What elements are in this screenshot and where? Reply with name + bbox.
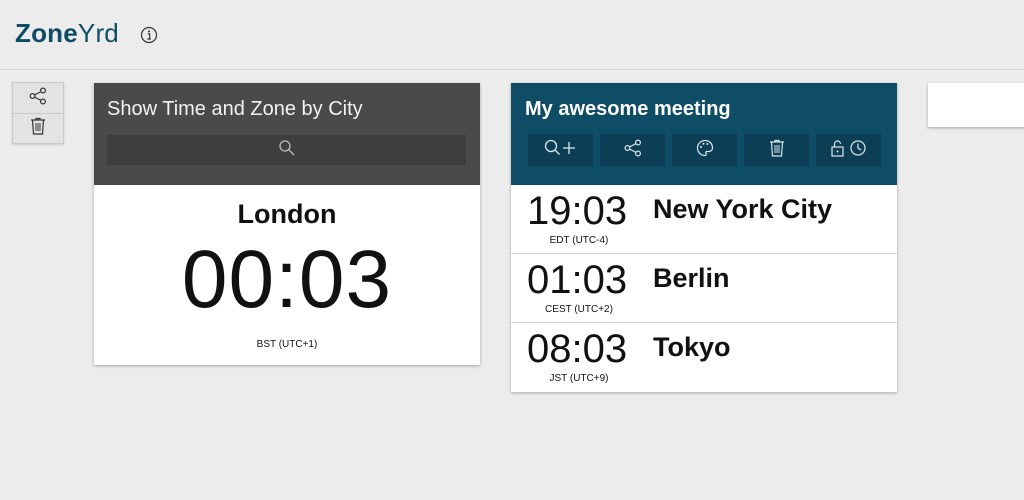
share-icon <box>623 138 643 163</box>
app-header: ZoneYrd <box>0 0 1024 70</box>
lock-clock-icon <box>830 138 868 163</box>
logo-bold-text: Zone <box>15 18 78 48</box>
share-button[interactable] <box>13 83 63 113</box>
city-search-input[interactable] <box>107 135 466 165</box>
city-time: 01:03 <box>527 258 628 302</box>
trash-icon <box>29 116 47 141</box>
share-meeting-button[interactable] <box>600 134 665 166</box>
lock-time-button[interactable] <box>816 134 881 166</box>
share-icon <box>28 86 48 111</box>
meeting-title[interactable]: My awesome meeting <box>525 98 731 121</box>
delete-meeting-button[interactable] <box>744 134 809 166</box>
clock-time: 00:03 <box>181 234 393 325</box>
palette-icon <box>695 138 715 163</box>
theme-button[interactable] <box>672 134 737 166</box>
meeting-header: My awesome meeting <box>511 83 897 185</box>
city-name: Tokyo <box>653 332 731 362</box>
city-time: 19:03 <box>527 189 628 233</box>
city-clock-card: Show Time and Zone by City London 00:03 … <box>94 83 480 365</box>
info-icon[interactable] <box>140 26 158 44</box>
logo-light-text: Yrd <box>77 18 119 48</box>
meeting-toolbar <box>528 134 881 166</box>
meeting-city-row[interactable]: 19:03 EDT (UTC-4) New York City <box>511 185 897 254</box>
delete-button[interactable] <box>13 113 63 143</box>
meeting-city-row[interactable]: 08:03 JST (UTC+9) Tokyo <box>511 323 897 392</box>
new-meeting-card[interactable] <box>928 83 1024 127</box>
meeting-card: My awesome meeting 19:03 EDT (UTC-4) New… <box>511 83 897 392</box>
clock-timezone: BST (UTC+1) <box>256 339 318 350</box>
app-logo[interactable]: ZoneYrd <box>15 18 119 49</box>
search-icon <box>278 139 296 162</box>
city-search-header: Show Time and Zone by City <box>94 83 480 185</box>
city-time: 08:03 <box>527 327 628 371</box>
city-timezone: CEST (UTC+2) <box>545 304 613 315</box>
city-name: Berlin <box>653 263 730 293</box>
trash-icon <box>768 138 786 163</box>
meeting-city-row[interactable]: 01:03 CEST (UTC+2) Berlin <box>511 254 897 323</box>
city-name: New York City <box>653 194 833 224</box>
side-toolbar <box>12 82 64 144</box>
clock-city-name: London <box>237 199 337 229</box>
city-timezone: EDT (UTC-4) <box>549 235 609 246</box>
add-city-button[interactable] <box>528 134 593 166</box>
search-add-icon <box>543 138 579 163</box>
city-search-title: Show Time and Zone by City <box>107 98 363 120</box>
city-timezone: JST (UTC+9) <box>549 373 609 384</box>
